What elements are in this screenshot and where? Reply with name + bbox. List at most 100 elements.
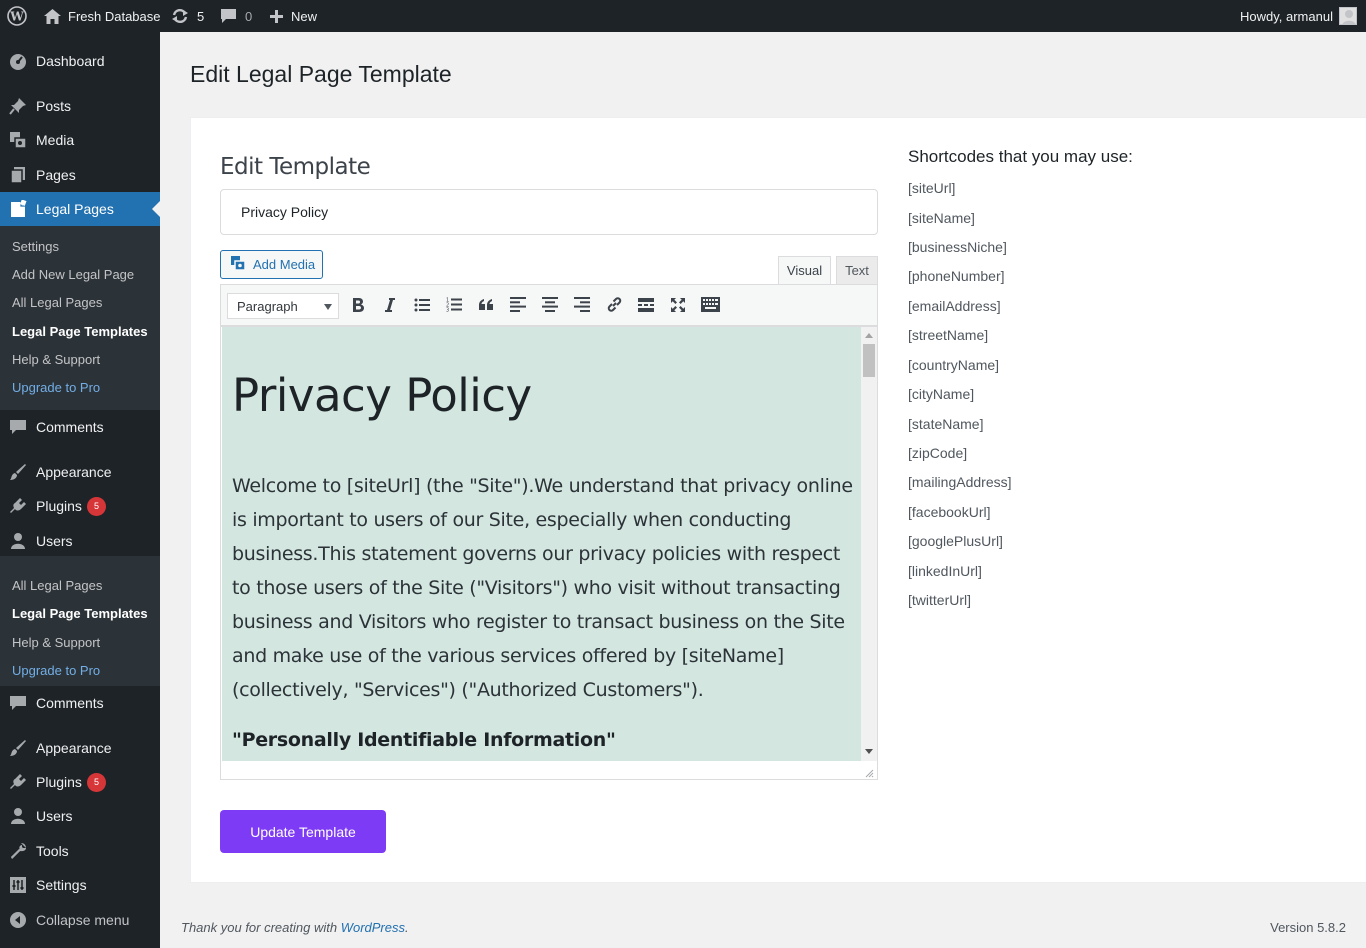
collapse-arrow-icon	[8, 910, 28, 930]
admin-bar: W Fresh Database 5 0 New Howdy, armanul	[0, 0, 1366, 32]
user-icon	[8, 806, 28, 826]
svg-text:W: W	[9, 10, 24, 24]
tab-visual[interactable]: Visual	[778, 256, 831, 285]
legal-pages-submenu-overlay: All Legal Pages Legal Page Templates Hel…	[0, 556, 160, 686]
plugin-icon	[8, 496, 28, 516]
insert-link-button[interactable]	[602, 294, 626, 318]
pages-icon	[8, 165, 28, 185]
comment-bubble-icon	[220, 8, 237, 24]
align-right-button[interactable]	[570, 294, 594, 318]
updates-link[interactable]: 5	[171, 0, 204, 32]
italic-button[interactable]	[378, 294, 402, 318]
toolbar-toggle-button[interactable]	[698, 294, 722, 318]
editor-subheading: "Personally Identifiable Information"	[232, 729, 616, 751]
plus-icon	[270, 9, 283, 23]
visual-editor-content[interactable]: Privacy Policy Welcome to [siteUrl] (the…	[222, 327, 861, 761]
sidebar-item-legal-pages[interactable]: Legal Pages	[0, 192, 160, 226]
scroll-down-arrow-icon[interactable]	[865, 749, 873, 754]
submenu-help-support[interactable]: Help & Support	[12, 635, 100, 650]
settings-sliders-icon	[8, 875, 28, 895]
submenu-settings[interactable]: Settings	[12, 239, 59, 254]
new-content-link[interactable]: New	[270, 0, 317, 32]
template-title-input[interactable]: Privacy Policy	[220, 189, 878, 235]
read-more-button[interactable]	[634, 294, 658, 318]
editor-scrollbar[interactable]	[861, 327, 877, 761]
editor-frame: Privacy Policy Welcome to [siteUrl] (the…	[220, 326, 878, 780]
page-title: Edit Legal Page Template	[190, 61, 452, 87]
sidebar-item-dashboard[interactable]: Dashboard	[0, 44, 160, 78]
shortcode-item: [linkedInUrl]	[908, 563, 982, 579]
bulleted-list-button[interactable]	[410, 294, 434, 318]
shortcode-item: [siteUrl]	[908, 180, 956, 196]
comments-link[interactable]: 0	[220, 0, 252, 32]
shortcode-item: [emailAddress]	[908, 298, 1001, 314]
sidebar-item-posts[interactable]: Posts	[0, 89, 160, 123]
add-media-icon	[230, 255, 247, 274]
tab-text[interactable]: Text	[836, 256, 878, 285]
align-center-button[interactable]	[538, 294, 562, 318]
scroll-up-arrow-icon[interactable]	[865, 333, 873, 338]
italic-icon	[384, 297, 396, 316]
collapse-menu-button[interactable]: Collapse menu	[0, 903, 160, 937]
numbered-list-button[interactable]: 123	[442, 294, 466, 318]
site-name: Fresh Database	[68, 8, 161, 24]
site-name-link[interactable]: Fresh Database	[44, 0, 161, 32]
shortcode-item: [facebookUrl]	[908, 504, 991, 520]
submenu-all-legal-pages[interactable]: All Legal Pages	[12, 295, 102, 310]
sidebar-item-appearance[interactable]: Appearance	[0, 455, 160, 489]
wordpress-link[interactable]: WordPress	[341, 920, 405, 935]
quote-icon	[478, 298, 494, 314]
sidebar-item-appearance[interactable]: Appearance	[0, 731, 160, 765]
blockquote-button[interactable]	[474, 294, 498, 318]
sidebar-item-media[interactable]: Media	[0, 123, 160, 157]
wordpress-logo-icon[interactable]: W	[7, 0, 27, 32]
align-left-button[interactable]	[506, 294, 530, 318]
submenu-legal-page-templates[interactable]: Legal Page Templates	[12, 606, 148, 621]
sidebar-item-users[interactable]: Users	[0, 524, 160, 558]
comment-bubble-icon	[8, 693, 28, 713]
sidebar-item-comments[interactable]: Comments	[0, 686, 160, 720]
submenu-add-new-legal-page[interactable]: Add New Legal Page	[12, 267, 134, 282]
add-media-label: Add Media	[253, 257, 316, 272]
submenu-help-support[interactable]: Help & Support	[12, 352, 100, 367]
update-template-button[interactable]: Update Template	[220, 810, 386, 853]
bulleted-list-icon	[414, 298, 430, 315]
sidebar-item-plugins[interactable]: Plugins 5	[0, 765, 160, 799]
footer-thanks-prefix: Thank you for creating with	[181, 920, 341, 935]
legal-document-icon	[8, 199, 28, 219]
paragraph-format-select[interactable]: Paragraph	[227, 293, 339, 319]
submenu-legal-page-templates[interactable]: Legal Page Templates	[12, 324, 148, 339]
admin-sidebar: Dashboard Posts Media Pages Legal Pages …	[0, 32, 160, 948]
bold-button[interactable]	[346, 294, 370, 318]
sidebar-item-tools[interactable]: Tools	[0, 834, 160, 868]
updates-icon	[171, 8, 189, 24]
my-account-link[interactable]: Howdy, armanul	[1240, 0, 1357, 32]
fullscreen-button[interactable]	[666, 294, 690, 318]
resize-handle-icon[interactable]	[864, 766, 874, 778]
plugins-update-badge: 5	[87, 772, 106, 792]
sidebar-item-settings[interactable]: Settings	[0, 868, 160, 902]
sidebar-item-plugins[interactable]: Plugins 5	[0, 489, 160, 523]
submenu-upgrade-to-pro[interactable]: Upgrade to Pro	[12, 380, 100, 395]
read-more-icon	[638, 297, 654, 315]
chevron-down-icon	[324, 304, 332, 310]
editor-paragraph: Welcome to [siteUrl] (the "Site").We und…	[232, 475, 853, 701]
section-title: Edit Template	[220, 154, 371, 180]
scrollbar-thumb[interactable]	[863, 344, 875, 377]
shortcode-item: [siteName]	[908, 210, 975, 226]
footer-thanks: Thank you for creating with WordPress.	[181, 920, 409, 935]
shortcode-item: [mailingAddress]	[908, 474, 1012, 490]
add-media-button[interactable]: Add Media	[220, 250, 323, 279]
shortcode-item: [googlePlusUrl]	[908, 533, 1003, 549]
shortcode-item: [businessNiche]	[908, 239, 1007, 255]
format-select-value: Paragraph	[237, 298, 298, 314]
submenu-upgrade-to-pro[interactable]: Upgrade to Pro	[12, 663, 100, 678]
sidebar-item-users[interactable]: Users	[0, 799, 160, 833]
shortcode-item: [cityName]	[908, 386, 975, 402]
plugin-icon	[8, 772, 28, 792]
shortcode-item: [twitterUrl]	[908, 592, 971, 608]
sidebar-item-pages[interactable]: Pages	[0, 158, 160, 192]
submenu-all-legal-pages[interactable]: All Legal Pages	[12, 578, 102, 593]
sidebar-item-comments[interactable]: Comments	[0, 410, 160, 444]
legal-pages-submenu: Settings Add New Legal Page All Legal Pa…	[0, 226, 160, 410]
